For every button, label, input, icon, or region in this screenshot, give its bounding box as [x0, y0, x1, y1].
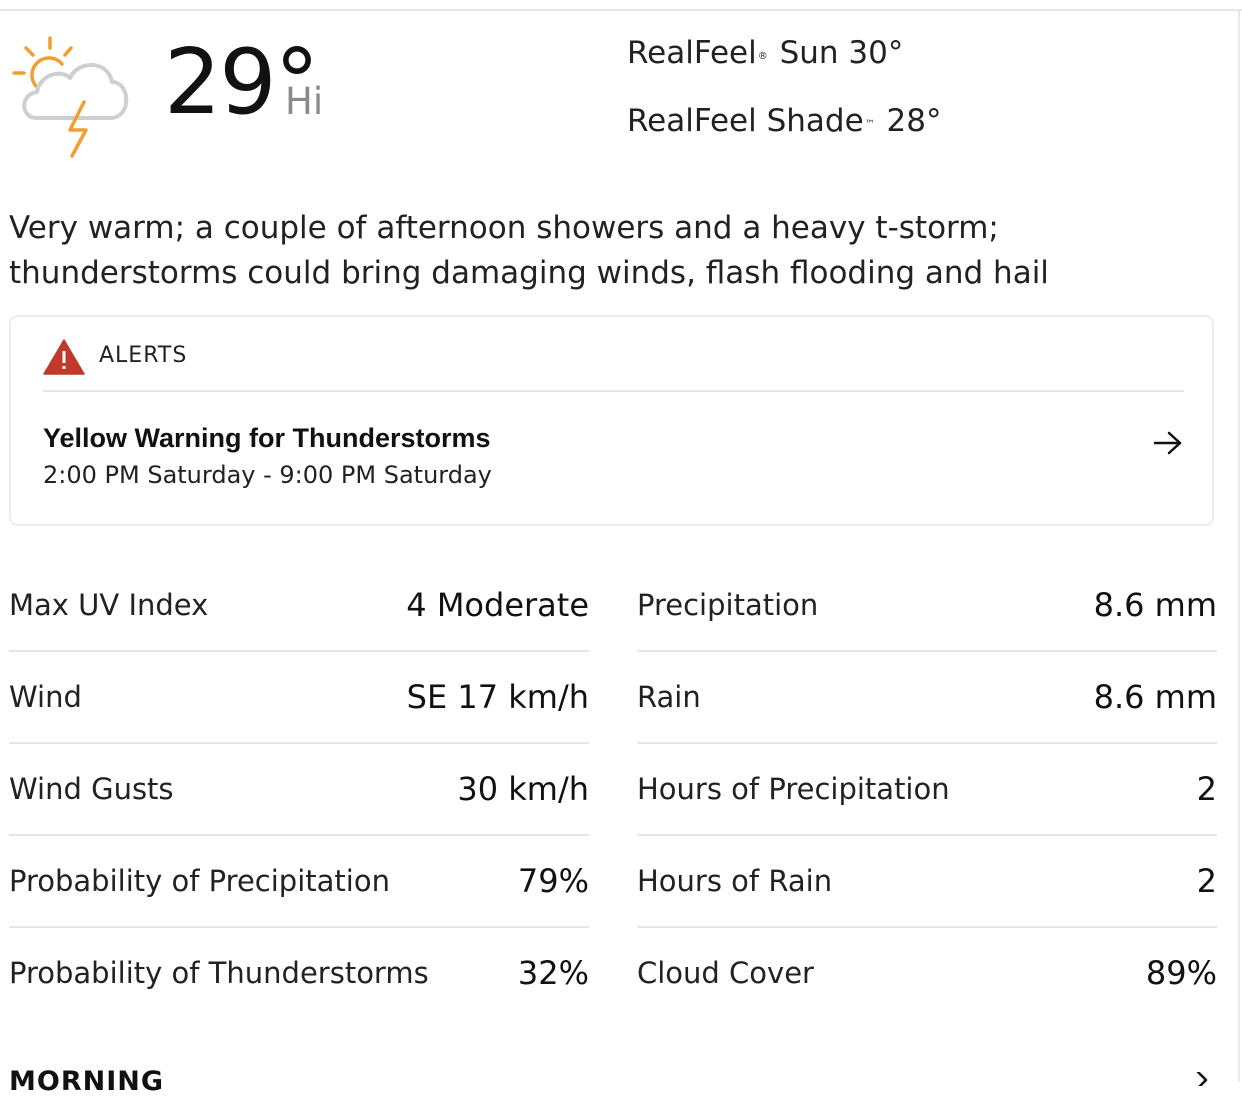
detail-value: 8.6 mm — [1093, 586, 1217, 624]
detail-label: Hours of Rain — [637, 864, 833, 898]
forecast-phrase: Very warm; a couple of afternoon showers… — [9, 210, 1049, 291]
detail-row: Probability of Thunderstorms 32% — [9, 928, 589, 1020]
warning-triangle-icon — [43, 339, 85, 375]
details-panel: Max UV Index 4 Moderate Wind SE 17 km/h … — [9, 560, 1217, 1020]
top-divider — [0, 9, 1242, 11]
detail-row: Hours of Precipitation 2 — [637, 744, 1217, 836]
detail-row: Cloud Cover 89% — [637, 928, 1217, 1020]
alerts-card: ALERTS Yellow Warning for Thunderstorms … — [9, 315, 1214, 526]
details-right-column: Precipitation 8.6 mm Rain 8.6 mm Hours o… — [637, 560, 1217, 1020]
detail-row: Max UV Index 4 Moderate — [9, 560, 589, 652]
detail-label: Max UV Index — [9, 588, 209, 622]
right-scrollbar-edge — [1238, 10, 1240, 1082]
detail-row: Wind Gusts 30 km/h — [9, 744, 589, 836]
detail-value: 32% — [517, 954, 589, 992]
detail-value: 2 — [1196, 862, 1217, 900]
detail-value: 8.6 mm — [1093, 678, 1217, 716]
alert-time-range: 2:00 PM Saturday - 9:00 PM Saturday — [43, 461, 492, 489]
detail-row: Wind SE 17 km/h — [9, 652, 589, 744]
alerts-title: ALERTS — [99, 343, 188, 368]
detail-value: 4 Moderate — [406, 586, 589, 624]
trademark-mark: ™ — [864, 119, 875, 130]
detail-row: Probability of Precipitation 79% — [9, 836, 589, 928]
detail-value: 89% — [1145, 954, 1217, 992]
detail-label: Wind — [9, 680, 82, 714]
detail-row: Hours of Rain 2 — [637, 836, 1217, 928]
realfeel-label: RealFeel — [627, 35, 757, 71]
detail-value: SE 17 km/h — [406, 678, 589, 716]
alerts-divider — [43, 390, 1184, 392]
registered-mark: ® — [757, 51, 768, 62]
detail-row: Rain 8.6 mm — [637, 652, 1217, 744]
detail-value: 2 — [1196, 770, 1217, 808]
detail-label: Probability of Thunderstorms — [9, 956, 429, 990]
detail-row: Precipitation 8.6 mm — [637, 560, 1217, 652]
detail-label: Wind Gusts — [9, 772, 174, 806]
detail-label: Probability of Precipitation — [9, 864, 390, 898]
details-left-column: Max UV Index 4 Moderate Wind SE 17 km/h … — [9, 560, 589, 1020]
detail-label: Precipitation — [637, 588, 819, 622]
realfeel-value: Sun 30° — [779, 35, 904, 71]
detail-label: Rain — [637, 680, 701, 714]
detail-label: Hours of Precipitation — [637, 772, 950, 806]
sun-cloud-thunderstorm-icon — [12, 36, 129, 158]
realfeel-shade-label: RealFeel Shade — [627, 103, 864, 139]
arrow-right-icon[interactable] — [1152, 429, 1184, 457]
realfeel-shade-line: RealFeel Shade™ 28° — [627, 102, 941, 140]
realfeel-shade-value: 28° — [886, 103, 942, 139]
detail-value: 79% — [517, 862, 589, 900]
detail-value: 30 km/h — [457, 770, 589, 808]
detail-label: Cloud Cover — [637, 956, 814, 990]
morning-section-title[interactable]: MORNING — [9, 1066, 164, 1098]
alert-name: Yellow Warning for Thunderstorms — [43, 423, 491, 453]
chevron-right-icon[interactable] — [1194, 1072, 1212, 1086]
realfeel-line: RealFeel® Sun 30° — [627, 34, 903, 72]
alert-item[interactable]: Yellow Warning for Thunderstorms 2:00 PM… — [43, 421, 1184, 497]
temperature-hi-label: Hi — [285, 80, 324, 123]
